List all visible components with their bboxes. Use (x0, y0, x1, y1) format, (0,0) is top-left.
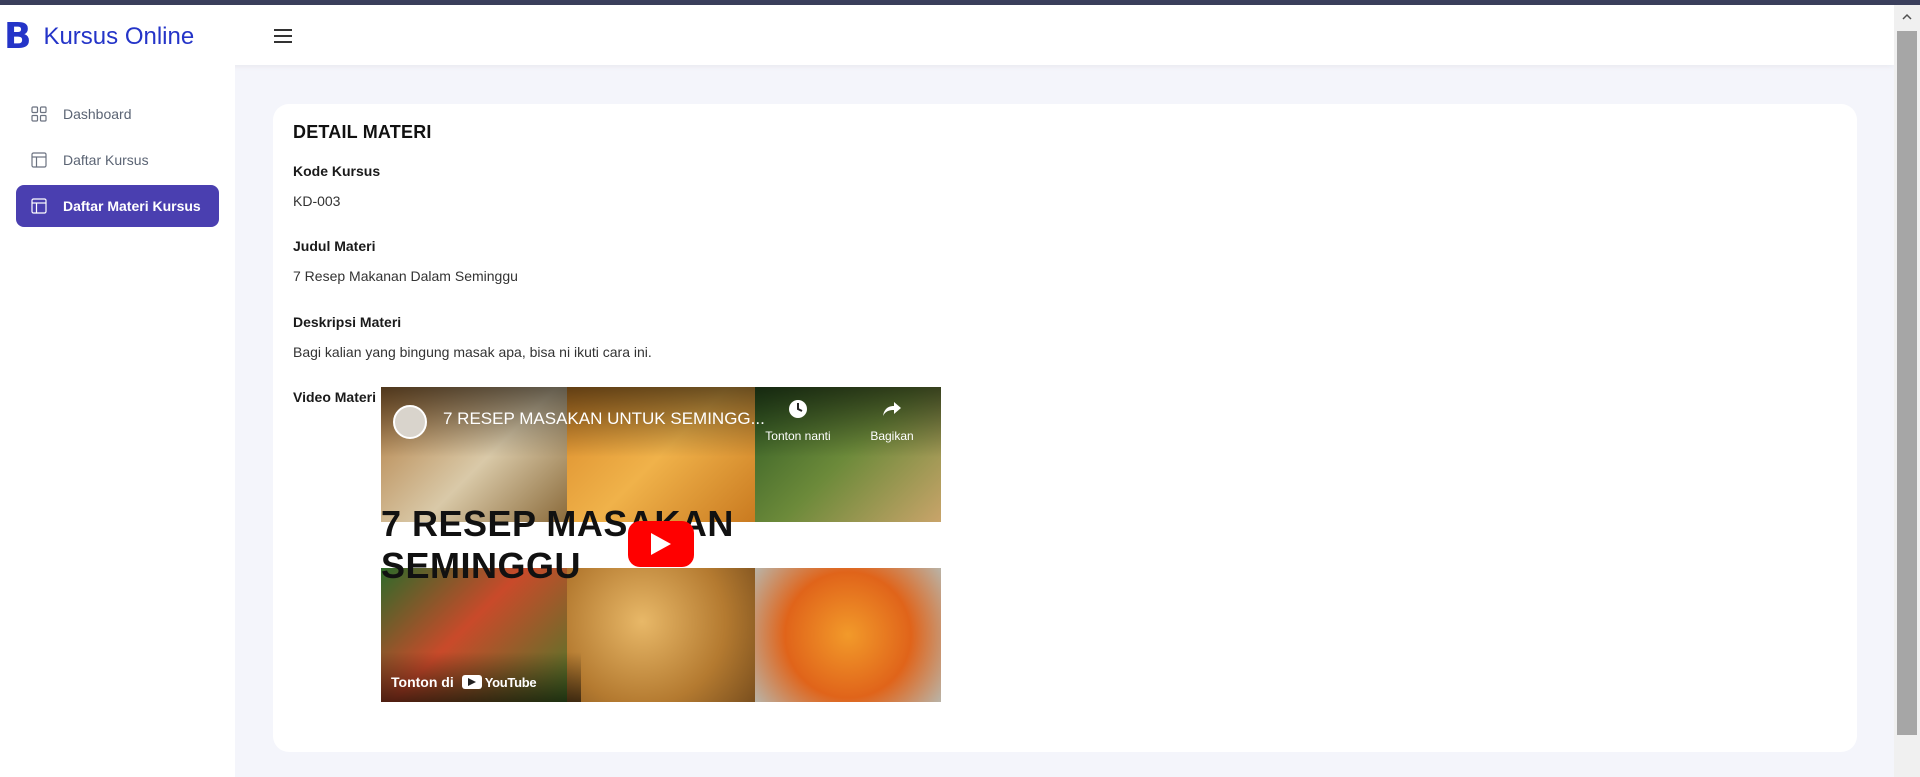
deskripsi-materi-label: Deskripsi Materi (293, 314, 402, 330)
kode-kursus-value: KD-003 (293, 193, 341, 209)
layout-icon (31, 198, 47, 214)
sidebar-item-daftar-materi-kursus[interactable]: Daftar Materi Kursus (16, 185, 219, 227)
share-label: Bagikan (870, 429, 914, 443)
video-title[interactable]: 7 RESEP MASAKAN UNTUK SEMINGG... (443, 409, 765, 429)
layout-icon (31, 152, 47, 168)
brand-name: Kursus Online (43, 23, 195, 50)
play-button-icon[interactable] (628, 521, 694, 567)
watch-on-youtube[interactable]: Tonton di YouTube (381, 652, 581, 702)
sidebar-item-daftar-kursus[interactable]: Daftar Kursus (16, 139, 219, 181)
scrollbar-thumb[interactable] (1897, 31, 1917, 735)
platform-name: YouTube (484, 674, 537, 690)
brand-logo: B (4, 16, 32, 57)
share-button[interactable]: Bagikan (857, 399, 927, 443)
watch-later-label: Tonton nanti (765, 429, 831, 443)
sidebar-item-label: Dashboard (63, 106, 132, 122)
video-thumbnail-tile (755, 568, 941, 702)
detail-card: DETAIL MATERI Kode Kursus KD-003 Judul M… (273, 104, 1857, 752)
deskripsi-materi-value: Bagi kalian yang bingung masak apa, bisa… (293, 344, 652, 360)
clock-icon (763, 399, 833, 423)
channel-avatar[interactable] (393, 405, 427, 439)
video-materi-label: Video Materi (293, 389, 376, 405)
video-thumbnail-tile (567, 568, 755, 702)
watch-later-button[interactable]: Tonton nanti (763, 399, 833, 443)
scroll-up-arrow-icon[interactable] (1894, 5, 1920, 29)
page-title: DETAIL MATERI (293, 122, 432, 142)
youtube-logo-icon: YouTube (461, 674, 537, 690)
share-icon (857, 399, 927, 423)
hamburger-menu-icon[interactable] (274, 29, 292, 43)
youtube-video-embed[interactable]: 7 RESEP MASAKAN SEMINGGU 7 RESEP MASAKAN… (381, 387, 941, 702)
watch-on-label: Tonton di (391, 674, 454, 690)
judul-materi-label: Judul Materi (293, 238, 376, 254)
sidebar-item-label: Daftar Kursus (63, 152, 149, 168)
brand[interactable]: B Kursus Online (4, 17, 194, 57)
top-navbar: B Kursus Online (0, 5, 1894, 65)
grid-icon (31, 106, 47, 122)
sidebar-item-label: Daftar Materi Kursus (63, 198, 201, 214)
sidebar: Dashboard Daftar Kursus Daftar Materi Ku… (0, 65, 235, 777)
sidebar-item-dashboard[interactable]: Dashboard (16, 93, 219, 135)
kode-kursus-label: Kode Kursus (293, 163, 381, 179)
judul-materi-value: 7 Resep Makanan Dalam Seminggu (293, 268, 518, 284)
vertical-scrollbar[interactable] (1894, 5, 1920, 777)
